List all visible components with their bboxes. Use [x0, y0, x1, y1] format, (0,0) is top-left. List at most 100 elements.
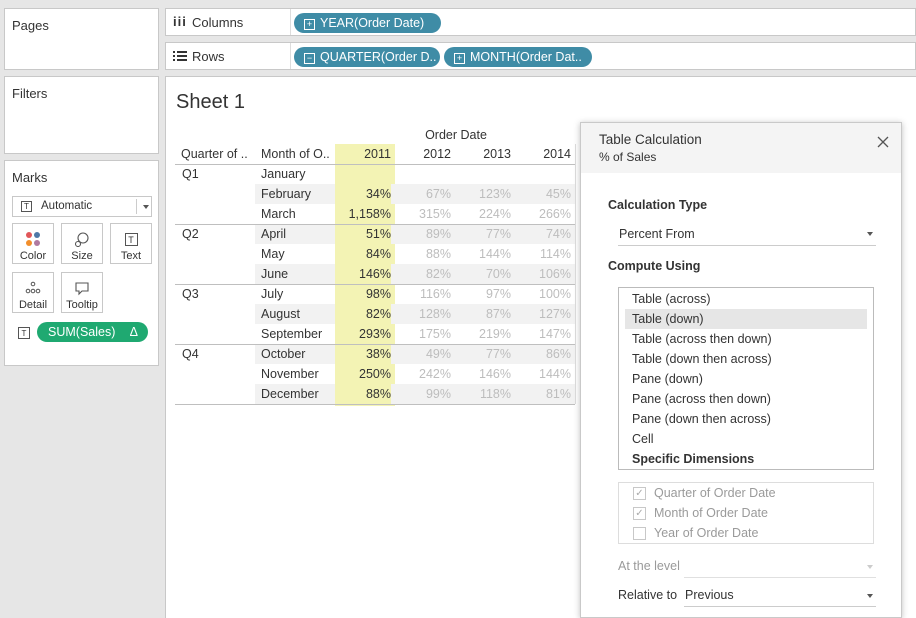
- month-cell[interactable]: May: [261, 244, 285, 264]
- compute-option-specific-dimensions[interactable]: Specific Dimensions: [625, 449, 867, 469]
- value-cell[interactable]: 100%: [515, 284, 571, 304]
- value-cell[interactable]: 34%: [335, 184, 391, 204]
- value-cell[interactable]: [335, 164, 391, 184]
- value-cell[interactable]: [455, 164, 511, 184]
- value-cell[interactable]: 127%: [515, 304, 571, 324]
- value-cell[interactable]: [515, 164, 571, 184]
- color-button[interactable]: Color: [12, 223, 54, 264]
- value-cell[interactable]: 147%: [515, 324, 571, 344]
- month-cell[interactable]: October: [261, 344, 305, 364]
- value-cell[interactable]: 293%: [335, 324, 391, 344]
- compute-option-table-down-then-across[interactable]: Table (down then across): [625, 349, 867, 369]
- checkbox-unchecked[interactable]: [633, 527, 646, 540]
- value-cell[interactable]: 67%: [395, 184, 451, 204]
- value-cell[interactable]: 250%: [335, 364, 391, 384]
- value-cell[interactable]: 82%: [395, 264, 451, 284]
- compute-option-cell[interactable]: Cell: [625, 429, 867, 449]
- value-cell[interactable]: 97%: [455, 284, 511, 304]
- month-cell[interactable]: March: [261, 204, 296, 224]
- measure-pill[interactable]: SUM(Sales) Δ: [37, 322, 148, 342]
- checkbox-checked[interactable]: ✓: [633, 507, 646, 520]
- compute-option-table-across-then-down[interactable]: Table (across then down): [625, 329, 867, 349]
- compute-option-pane-down-then-across[interactable]: Pane (down then across): [625, 409, 867, 429]
- compute-option-table-down[interactable]: Table (down): [625, 309, 867, 329]
- value-cell[interactable]: 224%: [455, 204, 511, 224]
- value-cell[interactable]: 70%: [455, 264, 511, 284]
- month-cell[interactable]: November: [261, 364, 319, 384]
- checkbox-checked[interactable]: ✓: [633, 487, 646, 500]
- month-cell[interactable]: July: [261, 284, 283, 304]
- close-icon[interactable]: [876, 135, 890, 149]
- value-cell[interactable]: 77%: [455, 224, 511, 244]
- month-cell[interactable]: June: [261, 264, 288, 284]
- value-cell[interactable]: 116%: [395, 284, 451, 304]
- delta-icon: Δ: [129, 325, 138, 339]
- value-cell[interactable]: 123%: [455, 184, 511, 204]
- value-cell[interactable]: 89%: [395, 224, 451, 244]
- value-cell[interactable]: 146%: [335, 264, 391, 284]
- text-button[interactable]: T Text: [110, 223, 152, 264]
- value-cell[interactable]: 128%: [395, 304, 451, 324]
- value-cell[interactable]: 45%: [515, 184, 571, 204]
- compute-option-pane-down[interactable]: Pane (down): [625, 369, 867, 389]
- value-cell[interactable]: 242%: [395, 364, 451, 384]
- quarter-pill[interactable]: − QUARTER(Order D..: [294, 47, 440, 67]
- value-cell[interactable]: 266%: [515, 204, 571, 224]
- month-cell[interactable]: September: [261, 324, 322, 344]
- year-header[interactable]: 2012: [395, 144, 451, 164]
- value-cell[interactable]: 74%: [515, 224, 571, 244]
- filters-card[interactable]: Filters: [4, 76, 159, 154]
- value-cell[interactable]: 106%: [515, 264, 571, 284]
- month-cell[interactable]: February: [261, 184, 311, 204]
- at-level-dropdown[interactable]: [684, 556, 876, 578]
- value-cell[interactable]: 87%: [455, 304, 511, 324]
- value-cell[interactable]: 1,158%: [335, 204, 391, 224]
- quarter-header[interactable]: Quarter of ..: [181, 144, 248, 164]
- rows-shelf[interactable]: Rows − QUARTER(Order D.. + MONTH(Order Dat…: [165, 42, 916, 70]
- year-header[interactable]: 2013: [455, 144, 511, 164]
- value-cell[interactable]: 51%: [335, 224, 391, 244]
- mark-type-dropdown[interactable]: T Automatic: [12, 196, 152, 217]
- value-cell[interactable]: 81%: [515, 384, 571, 404]
- value-cell[interactable]: 99%: [395, 384, 451, 404]
- value-cell[interactable]: 175%: [395, 324, 451, 344]
- columns-shelf[interactable]: iii Columns + YEAR(Order Date): [165, 8, 916, 36]
- year-header[interactable]: 2014: [515, 144, 571, 164]
- value-cell[interactable]: 98%: [335, 284, 391, 304]
- value-cell[interactable]: 88%: [335, 384, 391, 404]
- value-cell[interactable]: [395, 164, 451, 184]
- value-cell[interactable]: 118%: [455, 384, 511, 404]
- value-cell[interactable]: 146%: [455, 364, 511, 384]
- relative-to-dropdown[interactable]: Previous: [684, 585, 876, 607]
- month-cell[interactable]: January: [261, 164, 305, 184]
- compute-option-table-across[interactable]: Table (across): [625, 289, 867, 309]
- month-cell[interactable]: April: [261, 224, 286, 244]
- month-header[interactable]: Month of O..: [261, 144, 330, 164]
- month-cell[interactable]: August: [261, 304, 300, 324]
- pages-card[interactable]: Pages: [4, 8, 159, 70]
- value-cell[interactable]: 144%: [515, 364, 571, 384]
- detail-button[interactable]: Detail: [12, 272, 54, 313]
- tooltip-button[interactable]: Tooltip: [61, 272, 103, 313]
- value-cell[interactable]: 49%: [395, 344, 451, 364]
- value-cell[interactable]: 315%: [395, 204, 451, 224]
- value-cell[interactable]: 82%: [335, 304, 391, 324]
- relative-to-value: Previous: [685, 588, 734, 602]
- value-cell[interactable]: 219%: [455, 324, 511, 344]
- month-cell[interactable]: December: [261, 384, 319, 404]
- year-header[interactable]: 2011: [335, 144, 391, 164]
- month-pill[interactable]: + MONTH(Order Dat..: [444, 47, 592, 67]
- value-cell[interactable]: 38%: [335, 344, 391, 364]
- rows-icon: [173, 51, 187, 61]
- year-pill[interactable]: + YEAR(Order Date): [294, 13, 441, 33]
- value-cell[interactable]: 88%: [395, 244, 451, 264]
- calc-type-dropdown[interactable]: Percent From: [618, 224, 876, 246]
- value-cell[interactable]: 84%: [335, 244, 391, 264]
- value-cell[interactable]: 144%: [455, 244, 511, 264]
- size-button[interactable]: Size: [61, 223, 103, 264]
- compute-option-pane-across-then-down[interactable]: Pane (across then down): [625, 389, 867, 409]
- value-cell[interactable]: 86%: [515, 344, 571, 364]
- value-cell[interactable]: 77%: [455, 344, 511, 364]
- value-cell[interactable]: 114%: [515, 244, 571, 264]
- mark-type-value: Automatic: [41, 200, 93, 212]
